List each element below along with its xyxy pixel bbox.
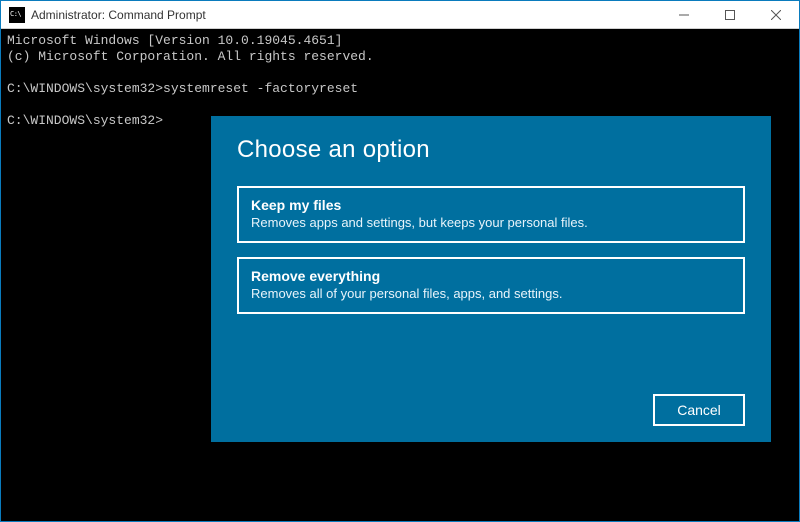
dialog-footer: Cancel (237, 394, 745, 426)
cancel-button[interactable]: Cancel (653, 394, 745, 426)
option-desc: Removes apps and settings, but keeps you… (251, 214, 731, 231)
titlebar[interactable]: Administrator: Command Prompt (1, 1, 799, 29)
window-title: Administrator: Command Prompt (31, 8, 206, 22)
option-desc: Removes all of your personal files, apps… (251, 285, 731, 302)
option-title: Remove everything (251, 267, 731, 285)
console-line: C:\WINDOWS\system32> (7, 113, 163, 128)
maximize-button[interactable] (707, 1, 753, 29)
console-line: Microsoft Windows [Version 10.0.19045.46… (7, 33, 342, 48)
command-prompt-window: Administrator: Command Prompt Microsoft … (0, 0, 800, 522)
cancel-button-label: Cancel (677, 402, 721, 418)
console-line: C:\WINDOWS\system32>systemreset -factory… (7, 81, 358, 96)
dialog-heading: Choose an option (237, 136, 745, 164)
cmd-icon (9, 7, 25, 23)
option-remove-everything[interactable]: Remove everything Removes all of your pe… (237, 257, 745, 314)
close-button[interactable] (753, 1, 799, 29)
option-title: Keep my files (251, 196, 731, 214)
option-keep-my-files[interactable]: Keep my files Removes apps and settings,… (237, 186, 745, 243)
minimize-button[interactable] (661, 1, 707, 29)
console-line: (c) Microsoft Corporation. All rights re… (7, 49, 374, 64)
reset-dialog: Choose an option Keep my files Removes a… (211, 116, 771, 442)
